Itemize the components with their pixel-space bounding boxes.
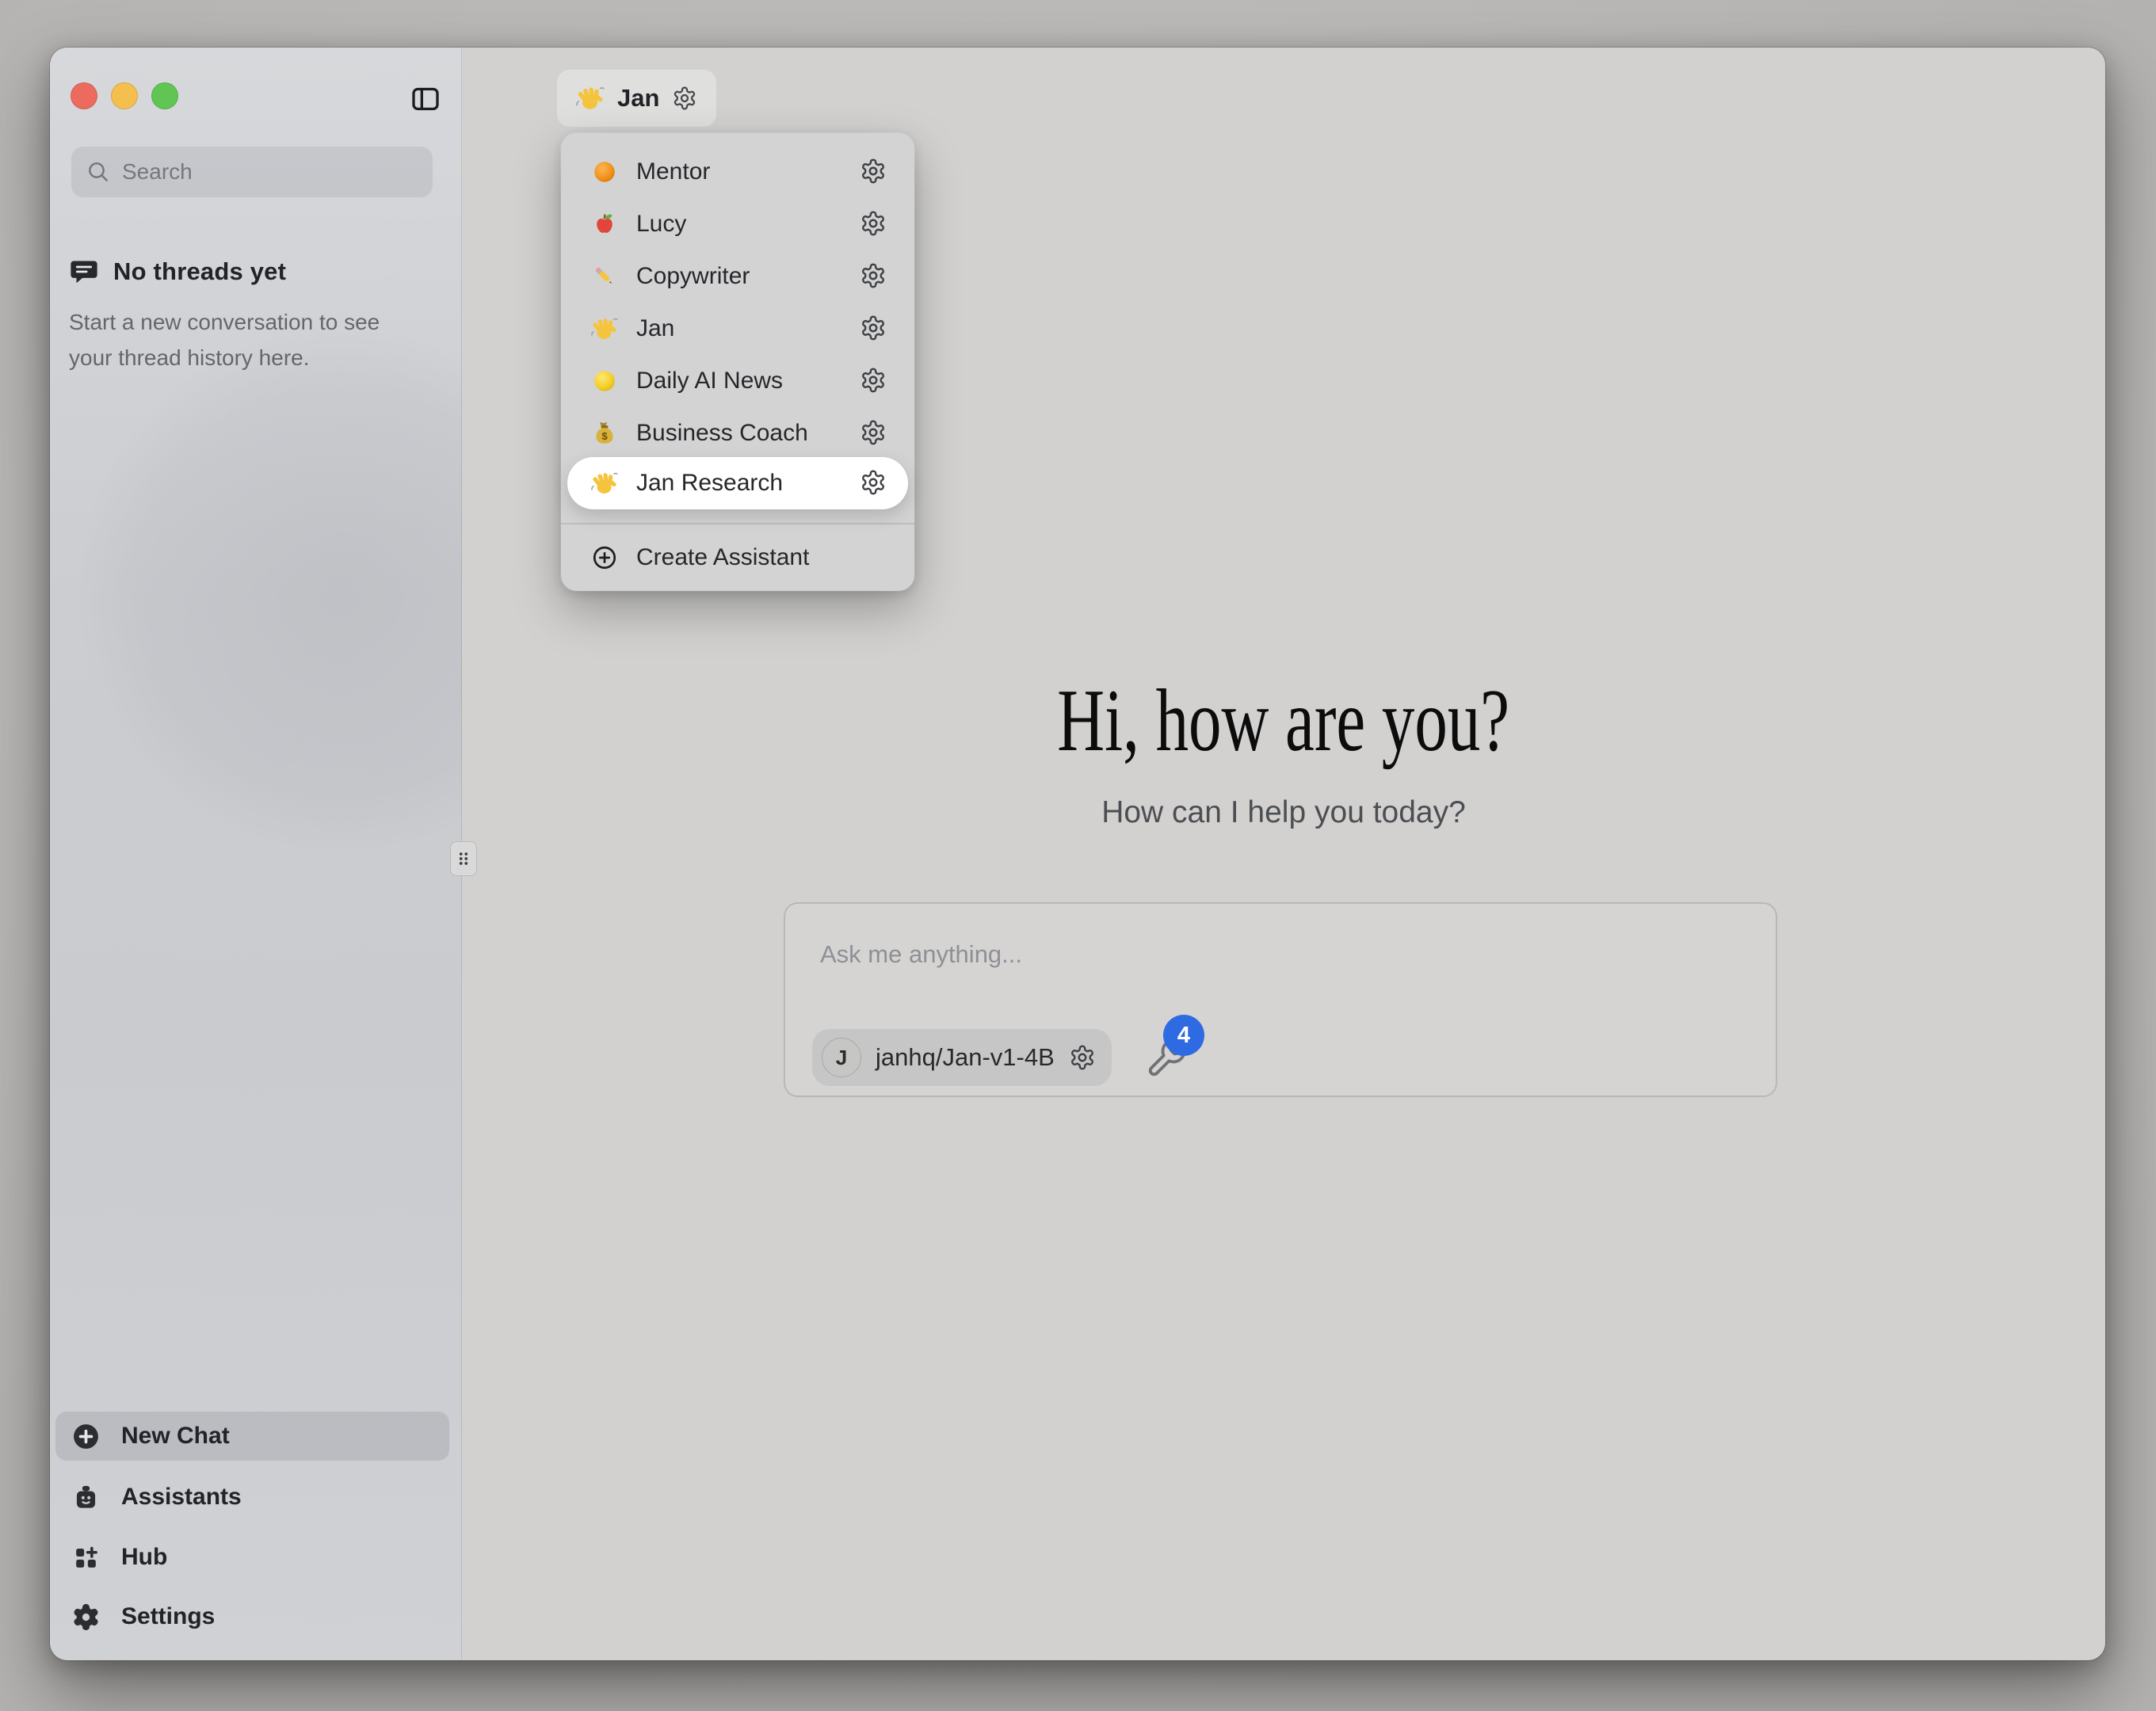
sidebar-item-label: Hub [121,1544,167,1571]
window-controls [71,82,178,109]
gear-icon [1069,1044,1096,1071]
sidebar: Search No threads yet Start a new conver… [50,48,462,1660]
wave-emoji-icon [591,470,618,497]
sidebar-item-settings[interactable]: Settings [55,1592,449,1641]
assistant-settings-button[interactable] [857,208,889,240]
gear-icon [860,367,887,394]
sidebar-resize-handle[interactable] [450,841,477,876]
assistant-menu-item-daily-ai-news[interactable]: Daily AI News [567,355,908,407]
zoom-window-button[interactable] [151,82,178,109]
search-icon [86,159,111,185]
message-input[interactable]: Ask me anything... [820,940,1022,969]
create-assistant-button[interactable]: Create Assistant [567,532,908,584]
plus-circle-icon [71,1422,101,1451]
search-placeholder: Search [122,159,193,185]
assistant-menu-item-mentor[interactable]: Mentor [567,146,908,198]
greeting-title: Hi, how are you? [462,675,2105,768]
gear-icon [860,210,887,237]
sidebar-panel-icon [410,83,441,115]
minimize-window-button[interactable] [111,82,138,109]
assistant-settings-button[interactable] [857,417,889,449]
plus-circle-icon [591,544,618,571]
assistant-settings-button[interactable] [857,313,889,345]
greeting-subtitle: How can I help you today? [462,795,2105,830]
search-input[interactable]: Search [71,147,433,197]
empty-state-title: No threads yet [113,257,286,286]
sidebar-item-label: New Chat [121,1423,230,1450]
orange-circle-emoji-icon [591,158,618,185]
grip-dots-icon [453,847,474,871]
model-avatar: J [822,1038,861,1077]
hub-grid-plus-icon [71,1543,101,1572]
assistant-menu-item-copywriter[interactable]: Copywriter [567,250,908,303]
menu-divider [561,523,914,524]
gear-icon [860,419,887,446]
sidebar-item-assistants[interactable]: Assistants [55,1473,449,1522]
main-area: Jan Mentor Lucy Copywriter Jan [462,48,2105,1660]
tools-count-badge: 4 [1163,1015,1204,1056]
app-window: Search No threads yet Start a new conver… [50,48,2105,1660]
wave-emoji-icon [591,315,618,342]
money-bag-emoji-icon [591,420,618,447]
assistant-menu-item-jan-research[interactable]: Jan Research [567,457,908,509]
sidebar-item-label: Assistants [121,1484,242,1511]
assistant-settings-button[interactable] [857,261,889,292]
gear-icon [860,262,887,289]
gear-icon [860,469,887,496]
apple-emoji-icon [591,211,618,238]
composer: Ask me anything... J janhq/Jan-v1-4B 4 [784,902,1777,1097]
current-assistant-name: Jan [617,84,659,112]
model-selector-button[interactable]: J janhq/Jan-v1-4B [812,1029,1112,1086]
assistant-settings-button[interactable] [857,156,889,188]
assistant-menu: Mentor Lucy Copywriter Jan Daily AI News [561,133,914,591]
chat-bubble-icon [69,257,99,287]
pencil-emoji-icon [591,263,618,290]
assistant-menu-item-business-coach[interactable]: Business Coach [567,407,908,459]
gear-icon [71,1602,101,1632]
assistant-settings-button[interactable] [857,365,889,397]
empty-threads-state: No threads yet Start a new conversation … [69,257,433,375]
assistant-settings-button[interactable] [857,467,889,499]
assistant-selector-button[interactable]: Jan [557,70,716,127]
empty-state-description: Start a new conversation to see your thr… [69,304,425,375]
greeting: Hi, how are you? How can I help you toda… [462,675,2105,830]
gear-icon [860,158,887,185]
gear-icon [860,314,887,341]
sidebar-toggle-button[interactable] [405,79,446,120]
gear-icon [672,86,697,111]
sidebar-item-label: Settings [121,1603,215,1630]
sidebar-item-new-chat[interactable]: New Chat [55,1412,449,1461]
assistant-bot-icon [71,1483,101,1512]
yellow-circle-emoji-icon [591,368,618,394]
tools-button[interactable]: 4 [1143,1015,1231,1091]
close-window-button[interactable] [71,82,97,109]
assistant-menu-item-jan[interactable]: Jan [567,303,908,355]
model-name: janhq/Jan-v1-4B [876,1043,1055,1072]
sidebar-item-hub[interactable]: Hub [55,1533,449,1582]
wave-emoji-icon [576,84,605,112]
assistant-menu-item-lucy[interactable]: Lucy [567,198,908,250]
